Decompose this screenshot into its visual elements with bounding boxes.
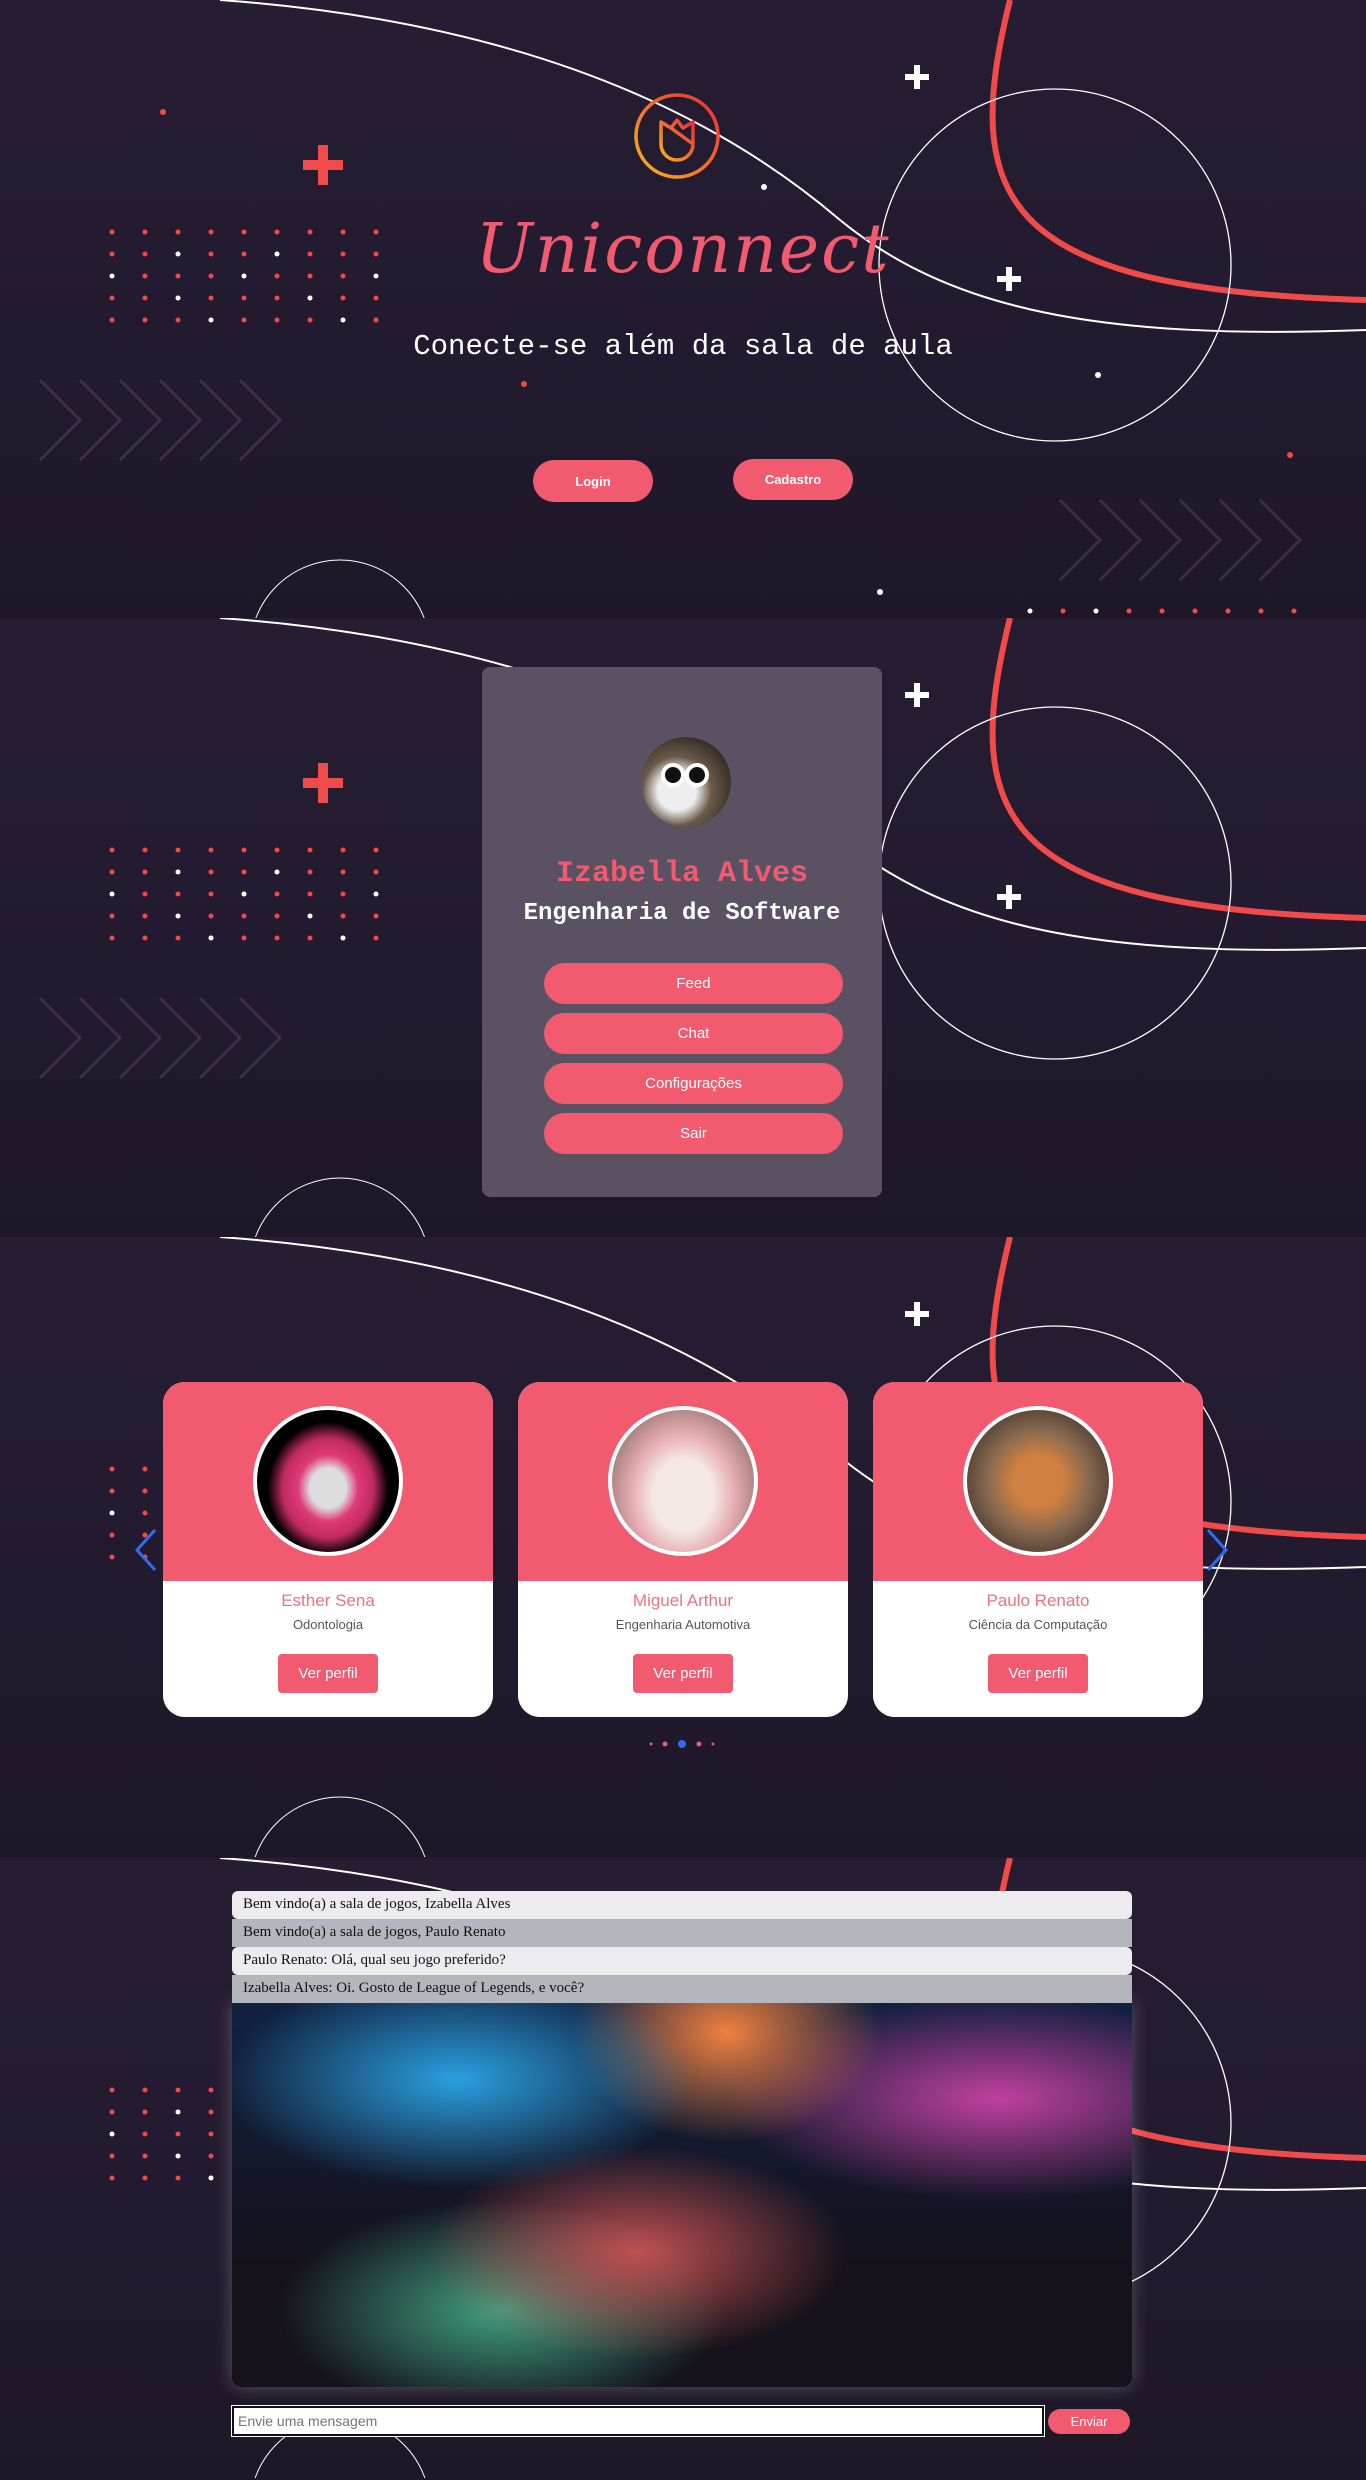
app-subtitle: Conecte-se além da sala de aula xyxy=(413,330,953,363)
view-profile-button[interactable]: Ver perfil xyxy=(633,1654,733,1693)
settings-button[interactable]: Configurações xyxy=(544,1063,843,1104)
profile-section: Izabella Alves Engenharia de Software Fe… xyxy=(0,618,1366,1238)
feed-button[interactable]: Feed xyxy=(544,963,843,1004)
card-course: Odontologia xyxy=(292,1617,364,1632)
card-name: Miguel Arthur xyxy=(632,1591,734,1610)
view-profile-button[interactable]: Ver perfil xyxy=(988,1654,1088,1693)
chat-message: Paulo Renato: Olá, qual seu jogo preferi… xyxy=(232,1947,1132,1975)
tulip-logo-icon xyxy=(634,93,720,179)
profile-card-paulo: Paulo Renato Ciência da Computação Ver p… xyxy=(873,1382,1203,1717)
profile-card-miguel: Miguel Arthur Engenharia Automotiva Ver … xyxy=(518,1382,848,1717)
chat-message: Bem vindo(a) a sala de jogos, Paulo Rena… xyxy=(232,1919,1132,1947)
avatar-image xyxy=(253,1406,403,1556)
sunglasses-cat-image xyxy=(661,763,709,787)
message-input[interactable] xyxy=(231,2405,1045,2437)
chevron-right-icon[interactable] xyxy=(1204,1527,1230,1573)
chat-message: Izabella Alves: Oi. Gosto de League of L… xyxy=(232,1975,1132,2003)
profile-course: Engenharia de Software xyxy=(523,900,841,927)
avatar-image xyxy=(608,1406,758,1556)
app-title: Uniconnect xyxy=(475,210,891,289)
card-course: Engenharia Automotiva xyxy=(615,1617,751,1632)
chat-background-image xyxy=(232,2002,1132,2387)
view-profile-button[interactable]: Ver perfil xyxy=(278,1654,378,1693)
user-avatar xyxy=(641,737,731,827)
card-course: Ciência da Computação xyxy=(968,1617,1108,1632)
send-button[interactable]: Enviar xyxy=(1048,2409,1130,2434)
card-name: Paulo Renato xyxy=(986,1591,1090,1610)
chat-section: Bem vindo(a) a sala de jogos, Izabella A… xyxy=(0,1858,1366,2480)
login-button[interactable]: Login xyxy=(533,460,653,502)
logout-button[interactable]: Sair xyxy=(544,1113,843,1154)
chat-message: Bem vindo(a) a sala de jogos, Izabella A… xyxy=(232,1891,1132,1919)
hero-section: Uniconnect Conecte-se além da sala de au… xyxy=(0,0,1366,620)
avatar-image xyxy=(963,1406,1113,1556)
chevron-left-icon[interactable] xyxy=(133,1527,159,1573)
profile-card-esther: Esther Sena Odontologia Ver perfil xyxy=(163,1382,493,1717)
profile-name: Izabella Alves xyxy=(555,857,809,891)
signup-button[interactable]: Cadastro xyxy=(733,459,853,500)
profile-card: Izabella Alves Engenharia de Software Fe… xyxy=(482,667,882,1197)
chat-button[interactable]: Chat xyxy=(544,1013,843,1054)
carousel-pagination[interactable] xyxy=(643,1737,723,1751)
card-name: Esther Sena xyxy=(281,1591,375,1610)
carousel-section: Esther Sena Odontologia Ver perfil Migue… xyxy=(0,1237,1366,1857)
